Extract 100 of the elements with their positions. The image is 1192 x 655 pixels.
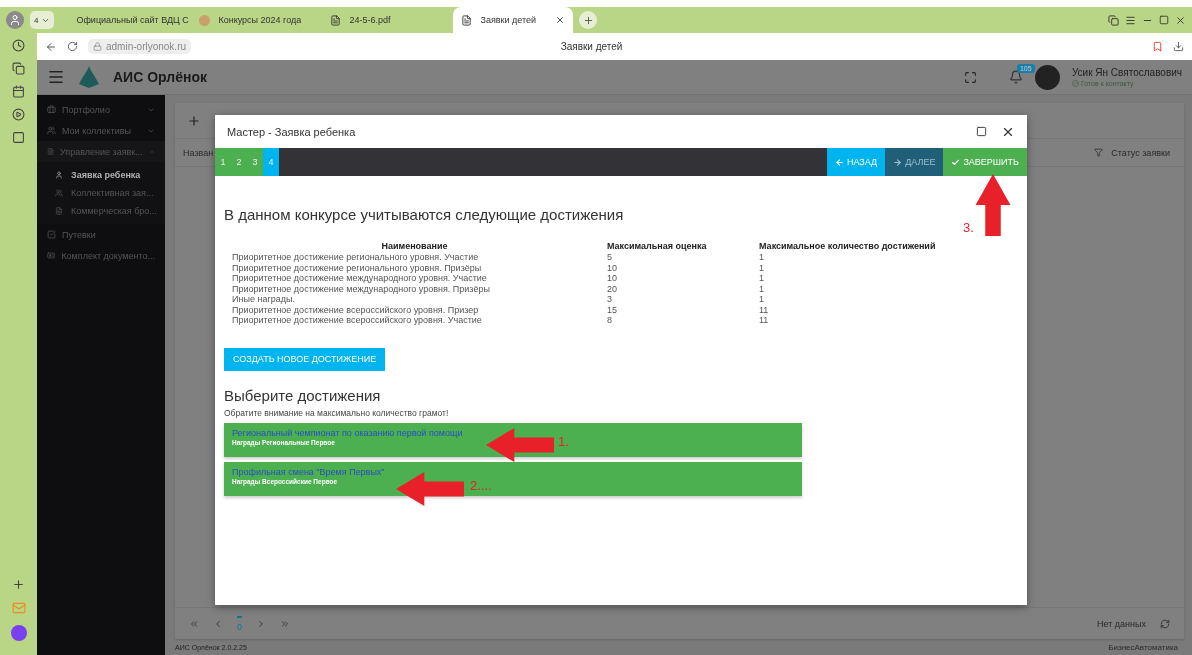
play-icon[interactable] bbox=[12, 108, 25, 121]
wizard-button[interactable]: НАЗАД bbox=[826, 148, 886, 176]
sidebar-subitem[interactable]: Заявка ребенка bbox=[37, 166, 165, 184]
filter-icon[interactable] bbox=[1094, 148, 1104, 157]
menu-item-icon bbox=[55, 207, 63, 215]
sidebar-item[interactable]: Комплект документо... bbox=[37, 245, 165, 266]
achievement-link[interactable]: Профильная смена "Время Первых" bbox=[232, 466, 385, 477]
menu-icon[interactable] bbox=[47, 68, 65, 86]
annotation-label: 2.... bbox=[470, 478, 492, 493]
create-achievement-button[interactable]: СОЗДАТЬ НОВОЕ ДОСТИЖЕНИЕ bbox=[224, 347, 386, 371]
logo-icon bbox=[77, 66, 101, 88]
file-icon bbox=[461, 14, 473, 26]
table-cell-text: 1 bbox=[759, 294, 766, 305]
sidebar-item[interactable]: Мои коллективы bbox=[37, 120, 165, 141]
assistant-icon[interactable] bbox=[10, 625, 27, 641]
plus-icon bbox=[582, 14, 594, 26]
collections-icon[interactable] bbox=[12, 62, 25, 75]
table-cell: Приоритетное достижение международного уровня. Участие bbox=[232, 273, 607, 284]
table-cell-text: 1 bbox=[759, 252, 766, 263]
sidebar-subitem[interactable]: Коммерческая бро... bbox=[37, 202, 165, 220]
table-cell: Приоритетное достижение международного уровня. Призёры bbox=[232, 283, 607, 294]
table-cell-text: 1 bbox=[759, 273, 766, 284]
previous-page-icon[interactable] bbox=[213, 618, 223, 629]
table-cell-text: 11 bbox=[759, 315, 770, 326]
achievement-link[interactable]: Региональный чемпионат по оказанию первой помощи bbox=[232, 427, 463, 438]
site-icon bbox=[199, 14, 211, 26]
note-text: Обратите внимание на максимально количество грамот! bbox=[224, 407, 449, 418]
table-cell-text: 1 bbox=[759, 262, 766, 273]
menu-item-icon bbox=[47, 105, 56, 114]
wizard-button[interactable]: ЗАВЕРШИТЬ bbox=[943, 148, 1027, 176]
profile-icon[interactable] bbox=[6, 11, 24, 29]
new-tab-button[interactable] bbox=[579, 11, 598, 29]
table-cell: 5 bbox=[606, 252, 759, 263]
table-cell: Приоритетное достижение регионального уровня. Призёры bbox=[232, 262, 607, 273]
wizard-step[interactable]: 2 bbox=[231, 148, 247, 176]
wizard-step[interactable]: 3 bbox=[247, 148, 263, 176]
table-cell-text: 1 bbox=[759, 283, 766, 294]
menu-item-icon bbox=[55, 189, 63, 197]
table-cell: Приоритетное достижение регионального уровня. Участие bbox=[232, 252, 607, 263]
tabs-icon[interactable] bbox=[1108, 14, 1119, 26]
close-icon[interactable] bbox=[555, 15, 566, 25]
download-icon[interactable] bbox=[1173, 41, 1184, 52]
table-cell: 8 bbox=[606, 315, 759, 326]
browser-tab[interactable]: 24-5-6.pdf bbox=[322, 7, 448, 33]
calendar-icon[interactable] bbox=[12, 85, 25, 98]
fullscreen-icon[interactable] bbox=[963, 70, 977, 84]
column-header: Максимальное количество достижений bbox=[759, 241, 937, 252]
column-header[interactable]: Статус заявки bbox=[1103, 147, 1178, 158]
wizard-step[interactable]: 4 bbox=[263, 148, 279, 176]
menu-item-icon bbox=[47, 251, 56, 260]
dialog-title: Мастер - Заявка ребенка bbox=[227, 125, 357, 138]
lock-icon bbox=[93, 42, 102, 51]
arrow-icon bbox=[834, 157, 844, 167]
arrow-annotation bbox=[395, 472, 465, 506]
sidebar-item[interactable]: Путевки bbox=[37, 224, 165, 245]
avatar[interactable] bbox=[1034, 64, 1060, 90]
column-header: Наименование bbox=[232, 241, 607, 252]
arrow-icon bbox=[893, 157, 903, 167]
menu-item-icon bbox=[47, 126, 56, 135]
restore-icon[interactable] bbox=[1159, 15, 1169, 25]
menu-item-icon bbox=[55, 171, 63, 179]
close-icon[interactable] bbox=[1175, 14, 1186, 26]
file-icon bbox=[330, 14, 342, 26]
next-page-icon[interactable] bbox=[256, 618, 266, 629]
table-cell: 10 bbox=[606, 273, 759, 284]
reload-icon[interactable] bbox=[67, 41, 78, 52]
app-title: АИС Орлёнок bbox=[113, 69, 207, 85]
sidebar-item[interactable]: Управление заявк... bbox=[37, 141, 165, 162]
back-icon[interactable] bbox=[45, 40, 57, 53]
add-icon[interactable] bbox=[12, 578, 25, 591]
table-cell: Приоритетное достижение всероссийского уровня. Призер bbox=[232, 304, 607, 315]
screenshot-icon[interactable] bbox=[12, 131, 25, 144]
page-title: Заявки детей bbox=[559, 41, 624, 52]
pager-status: Нет данных bbox=[1097, 618, 1146, 629]
wizard-step[interactable]: 1 bbox=[215, 148, 231, 176]
sidebar-item[interactable]: Портфолио bbox=[37, 99, 165, 120]
browser-tab[interactable]: Конкурсы 2024 года bbox=[191, 7, 317, 33]
menu-item-icon bbox=[47, 230, 56, 239]
annotation-label: 3. bbox=[963, 220, 974, 235]
check-icon bbox=[1071, 80, 1079, 87]
arrow-annotation bbox=[975, 174, 1011, 236]
vendor-text: БизнесАвтоматика bbox=[1108, 642, 1178, 652]
arrow-annotation bbox=[485, 428, 555, 462]
table-cell: 3 bbox=[606, 294, 759, 305]
browser-tab[interactable]: Заявки детей bbox=[453, 7, 574, 33]
menu-icon[interactable] bbox=[1125, 14, 1136, 26]
column-header: Максимальная оценка bbox=[606, 241, 759, 252]
history-icon[interactable] bbox=[12, 39, 25, 52]
tab-counter[interactable]: 4 bbox=[30, 11, 55, 29]
bookmark-icon[interactable] bbox=[1152, 41, 1163, 52]
page-number[interactable]: 0 bbox=[237, 615, 242, 632]
address-field[interactable]: admin-orlyonok.ru bbox=[88, 39, 192, 54]
maximize-icon[interactable] bbox=[976, 126, 987, 137]
table-cell: 10 bbox=[606, 262, 759, 273]
annotation-label: 1. bbox=[558, 434, 569, 449]
bell-icon[interactable] bbox=[1008, 70, 1023, 84]
refresh-icon[interactable] bbox=[1160, 618, 1170, 629]
sidebar-subitem[interactable]: Коллективная зая... bbox=[37, 184, 165, 202]
section-heading: В данном конкурсе учитываются следующие достижения bbox=[224, 206, 624, 223]
table-cell: Приоритетное достижение всероссийского уровня. Участие bbox=[232, 315, 607, 326]
